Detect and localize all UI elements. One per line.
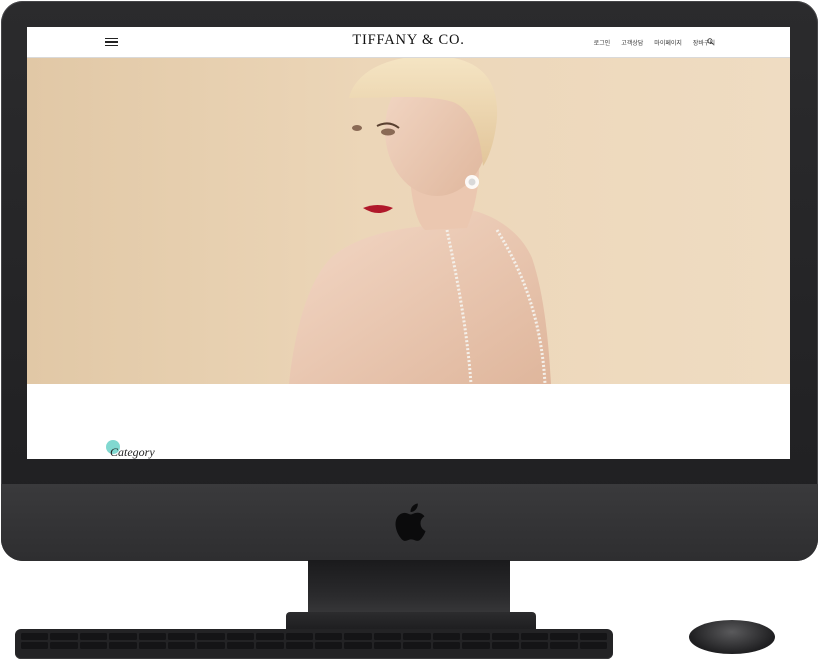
model-illustration — [289, 58, 551, 384]
nav-customer-service[interactable]: 고객상담 — [621, 38, 643, 47]
imac-stand — [308, 560, 510, 618]
apple-logo-icon — [395, 503, 426, 541]
magic-mouse — [689, 620, 775, 654]
site-header: TIFFANY & CO. 로그인 고객상담 마이페이지 장바구니 — [27, 27, 790, 58]
screen: TIFFANY & CO. 로그인 고객상담 마이페이지 장바구니 Catego… — [27, 27, 790, 459]
nav-my-page[interactable]: 마이페이지 — [654, 38, 682, 47]
hero-image — [27, 58, 790, 384]
search-icon[interactable] — [707, 38, 714, 45]
nav-login[interactable]: 로그인 — [594, 38, 611, 47]
category-title: Category — [110, 445, 155, 459]
header-nav: 로그인 고객상담 마이페이지 장바구니 — [594, 38, 715, 47]
